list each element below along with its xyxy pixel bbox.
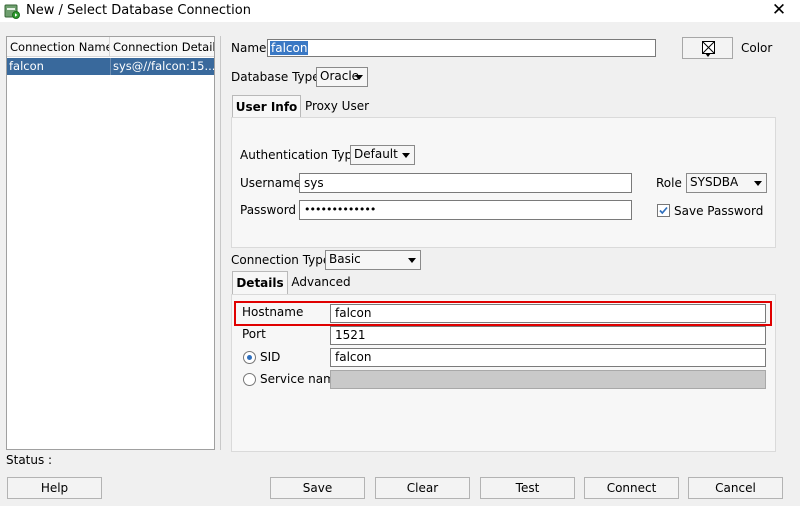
database-type-value: Oracle [320, 69, 360, 83]
password-input[interactable]: ••••••••••••• [299, 200, 632, 220]
color-dropdown-arrow-icon [705, 53, 711, 57]
connection-type-select[interactable]: Basic [325, 250, 421, 270]
name-value: falcon [270, 41, 309, 55]
title-bar: New / Select Database Connection ✕ [0, 0, 800, 22]
password-label: Password [240, 203, 297, 217]
tab-advanced[interactable]: Advanced [290, 271, 352, 295]
close-icon[interactable]: ✕ [764, 0, 794, 22]
connection-type-label: Connection Type [231, 253, 331, 267]
service-name-input[interactable] [330, 370, 766, 389]
name-input[interactable]: falcon [267, 39, 656, 57]
tab-details[interactable]: Details [232, 271, 288, 295]
authentication-type-value: Default [354, 147, 398, 161]
color-picker-button[interactable] [682, 37, 733, 59]
column-header-connection-details[interactable]: Connection Details [110, 37, 214, 57]
connection-row-details[interactable]: sys@//falcon:15... [110, 58, 214, 75]
role-select[interactable]: SYSDBA [686, 173, 767, 193]
port-input[interactable]: 1521 [330, 326, 766, 345]
hostname-highlight-box [234, 301, 772, 326]
connection-row-name[interactable]: falcon [7, 58, 110, 75]
chevron-down-icon [408, 258, 416, 263]
sid-input[interactable]: falcon [330, 348, 766, 367]
username-input[interactable]: sys [299, 173, 632, 193]
chevron-down-icon [402, 153, 410, 158]
service-name-radio[interactable] [243, 373, 256, 386]
test-button[interactable]: Test [480, 477, 575, 499]
role-label: Role [656, 176, 682, 190]
role-value: SYSDBA [690, 175, 739, 189]
checkmark-icon [659, 206, 668, 215]
window-title: New / Select Database Connection [26, 3, 251, 18]
column-header-connection-name[interactable]: Connection Name [7, 37, 110, 57]
authentication-type-label: Authentication Type [240, 148, 360, 162]
chevron-down-icon [355, 75, 363, 80]
chevron-down-icon [754, 181, 762, 186]
save-password-label: Save Password [674, 204, 764, 218]
username-label: Username [240, 176, 302, 190]
connection-list[interactable]: Connection Name Connection Details falco… [6, 36, 215, 450]
status-label: Status : [6, 453, 53, 467]
connection-type-value: Basic [329, 252, 361, 266]
cancel-button[interactable]: Cancel [688, 477, 783, 499]
pane-splitter[interactable] [220, 36, 221, 450]
help-button[interactable]: Help [7, 477, 102, 499]
name-label: Name [231, 41, 267, 55]
connect-button[interactable]: Connect [584, 477, 679, 499]
tab-proxy-user[interactable]: Proxy User [303, 95, 371, 119]
tab-user-info[interactable]: User Info [232, 95, 301, 119]
color-label: Color [741, 41, 773, 55]
save-password-checkbox[interactable] [657, 204, 670, 217]
sid-radio[interactable] [243, 351, 256, 364]
clear-button[interactable]: Clear [375, 477, 470, 499]
port-label: Port [242, 327, 266, 341]
save-button[interactable]: Save [270, 477, 365, 499]
database-connection-icon [4, 3, 20, 19]
database-type-label: Database Type [231, 70, 320, 84]
authentication-type-select[interactable]: Default [350, 145, 415, 165]
sid-label: SID [260, 350, 281, 364]
database-type-select[interactable]: Oracle [316, 67, 368, 87]
